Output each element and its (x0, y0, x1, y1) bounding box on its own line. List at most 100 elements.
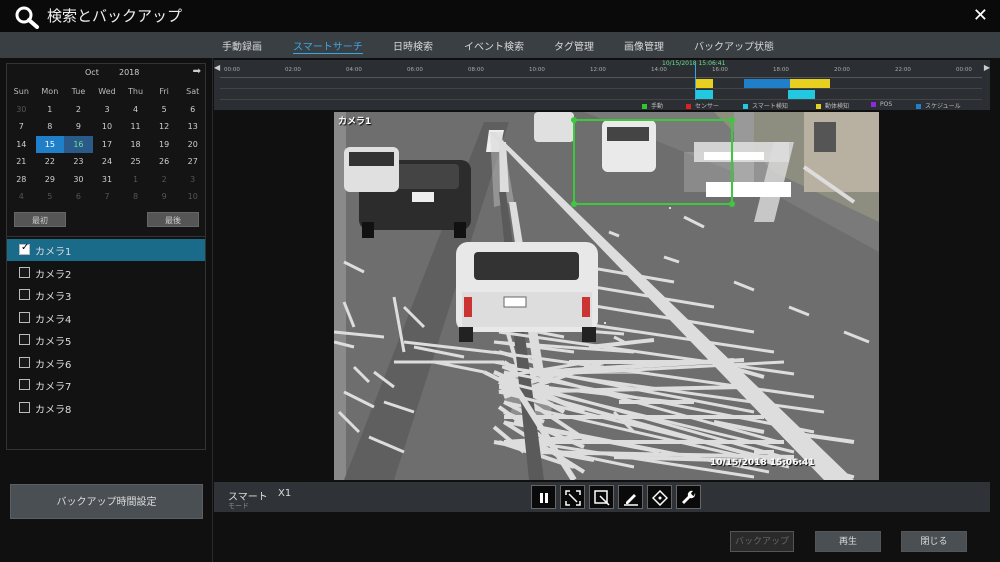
calendar-day[interactable]: 4 (121, 101, 150, 119)
camera-label: カメラ5 (35, 337, 72, 348)
calendar-day[interactable]: 26 (150, 153, 179, 171)
calendar-day[interactable]: 7 (7, 118, 36, 136)
car-white-top (534, 112, 574, 142)
camera-item[interactable]: カメラ7 (7, 374, 205, 396)
timeline-cursor[interactable] (695, 63, 696, 100)
camera-checkbox[interactable] (19, 289, 30, 300)
calendar-day[interactable]: 3 (178, 171, 207, 189)
camera-checkbox[interactable] (19, 266, 30, 278)
close-icon[interactable]: ✕ (973, 5, 988, 26)
record-segment (790, 79, 830, 88)
draw-button[interactable] (618, 485, 643, 509)
first-button[interactable]: 最初 (14, 212, 66, 227)
legend-label: スマート検知 (752, 103, 788, 110)
timeline-hour-label: 14:00 (651, 67, 667, 73)
area-select-button[interactable] (589, 485, 614, 509)
calendar-day[interactable]: 11 (121, 118, 150, 136)
tab-smart-search[interactable]: スマートサーチ (293, 38, 363, 54)
calendar-day[interactable]: 3 (93, 101, 122, 119)
camera-checkbox[interactable] (19, 311, 30, 323)
calendar-grid: Sun Mon Tue Wed Thu Fri Sat 30 1 2 3 4 5 6 7 8 9 10 11 12 13… (7, 83, 207, 206)
timeline-hour-label: 06:00 (407, 67, 423, 73)
backup-time-setting-button[interactable]: バックアップ時間設定 (10, 484, 203, 519)
last-button[interactable]: 最後 (147, 212, 199, 227)
play-button[interactable]: 再生 (815, 531, 881, 552)
timeline-right-icon[interactable]: ▶ (984, 63, 990, 72)
calendar-day[interactable]: 1 (36, 101, 65, 119)
record-segment (744, 79, 790, 88)
calendar-day[interactable]: 8 (121, 188, 150, 206)
calendar-day[interactable]: 20 (178, 136, 207, 154)
calendar-day[interactable]: 10 (93, 118, 122, 136)
calendar-day[interactable]: 28 (7, 171, 36, 189)
calendar-day[interactable]: 12 (150, 118, 179, 136)
calendar-day[interactable]: 2 (64, 101, 93, 119)
calendar-day[interactable]: 16 (64, 135, 93, 153)
camera-item[interactable]: カメラ5 (7, 329, 205, 351)
calendar-day[interactable]: 1 (121, 171, 150, 189)
timeline-hour-label: 08:00 (468, 67, 484, 73)
calendar-day[interactable]: 14 (7, 136, 36, 154)
camera-item[interactable]: カメラ8 (7, 397, 205, 419)
camera-item[interactable]: カメラ4 (7, 307, 205, 329)
camera-checkbox[interactable] (19, 379, 30, 390)
calendar-day[interactable]: 17 (93, 136, 122, 154)
camera-item[interactable]: カメラ2 (7, 262, 205, 284)
calendar-day[interactable]: 8 (36, 118, 65, 136)
left-panel: Oct 2018 ➡ Sun Mon Tue Wed Thu Fri Sat 30 1 2 3 4 5 6… (0, 58, 213, 562)
calendar-day[interactable]: 24 (93, 153, 122, 171)
camera-checkbox[interactable] (19, 356, 30, 368)
camera-checkbox[interactable]: ✓ (19, 242, 30, 255)
tab-date-search[interactable]: 日時検索 (393, 38, 433, 53)
calendar-day[interactable]: 18 (121, 136, 150, 154)
close-button[interactable]: 閉じる (901, 531, 967, 552)
calendar-day[interactable]: 31 (93, 171, 122, 189)
calendar-day[interactable]: 27 (178, 153, 207, 171)
calendar-day[interactable]: 30 (7, 101, 36, 119)
video-playback[interactable]: カメラ1 10/15/2018 15:06:41 (334, 112, 879, 480)
calendar-day[interactable]: 29 (36, 171, 65, 189)
tab-tag-management[interactable]: タグ管理 (554, 38, 594, 53)
calendar-day[interactable]: 2 (150, 171, 179, 189)
tab-backup-status[interactable]: バックアップ状態 (694, 38, 774, 53)
camera-checkbox[interactable] (19, 401, 30, 413)
camera-checkbox[interactable] (19, 334, 30, 345)
camera-item[interactable]: カメラ6 (7, 352, 205, 374)
calendar-day[interactable]: 23 (64, 153, 93, 171)
camera-item[interactable]: カメラ3 (7, 284, 205, 306)
calendar-day[interactable]: 15 (35, 135, 65, 153)
weekday-label: Tue (71, 87, 86, 96)
timeline-hour-label: 22:00 (895, 67, 911, 73)
calendar-day[interactable]: 22 (36, 153, 65, 171)
calendar-day[interactable]: 30 (64, 171, 93, 189)
weekday-label: Sun (13, 87, 29, 96)
calendar-day[interactable]: 9 (150, 188, 179, 206)
calendar-day[interactable]: 4 (7, 188, 36, 206)
camera-label: カメラ3 (35, 292, 72, 303)
pause-button[interactable] (531, 485, 556, 509)
clear-button[interactable] (647, 485, 672, 509)
calendar-day[interactable]: 6 (178, 101, 207, 119)
calendar-day[interactable]: 19 (150, 136, 179, 154)
calendar-day[interactable]: 9 (64, 118, 93, 136)
calendar-day[interactable]: 5 (150, 101, 179, 119)
tab-event-search[interactable]: イベント検索 (464, 38, 524, 53)
calendar-day[interactable]: 13 (178, 118, 207, 136)
video-camera-label: カメラ1 (338, 117, 372, 127)
tab-image-management[interactable]: 画像管理 (624, 38, 664, 53)
calendar-day[interactable]: 6 (64, 188, 93, 206)
calendar-day[interactable]: 25 (121, 153, 150, 171)
timeline-hour-label: 00:00 (956, 67, 972, 73)
backup-button[interactable]: バックアップ (730, 531, 794, 552)
next-month-icon[interactable]: ➡ (193, 66, 201, 77)
camera-item[interactable]: ✓ カメラ1 (7, 239, 205, 261)
tab-manual-record[interactable]: 手動録画 (222, 38, 262, 53)
calendar-day[interactable]: 5 (36, 188, 65, 206)
full-area-button[interactable] (560, 485, 585, 509)
calendar-day[interactable]: 21 (7, 153, 36, 171)
camera-label: カメラ7 (35, 382, 72, 393)
settings-button[interactable] (676, 485, 701, 509)
calendar-day[interactable]: 10 (178, 188, 207, 206)
calendar-day[interactable]: 7 (93, 188, 122, 206)
timeline-hour-label: 16:00 (712, 67, 728, 73)
